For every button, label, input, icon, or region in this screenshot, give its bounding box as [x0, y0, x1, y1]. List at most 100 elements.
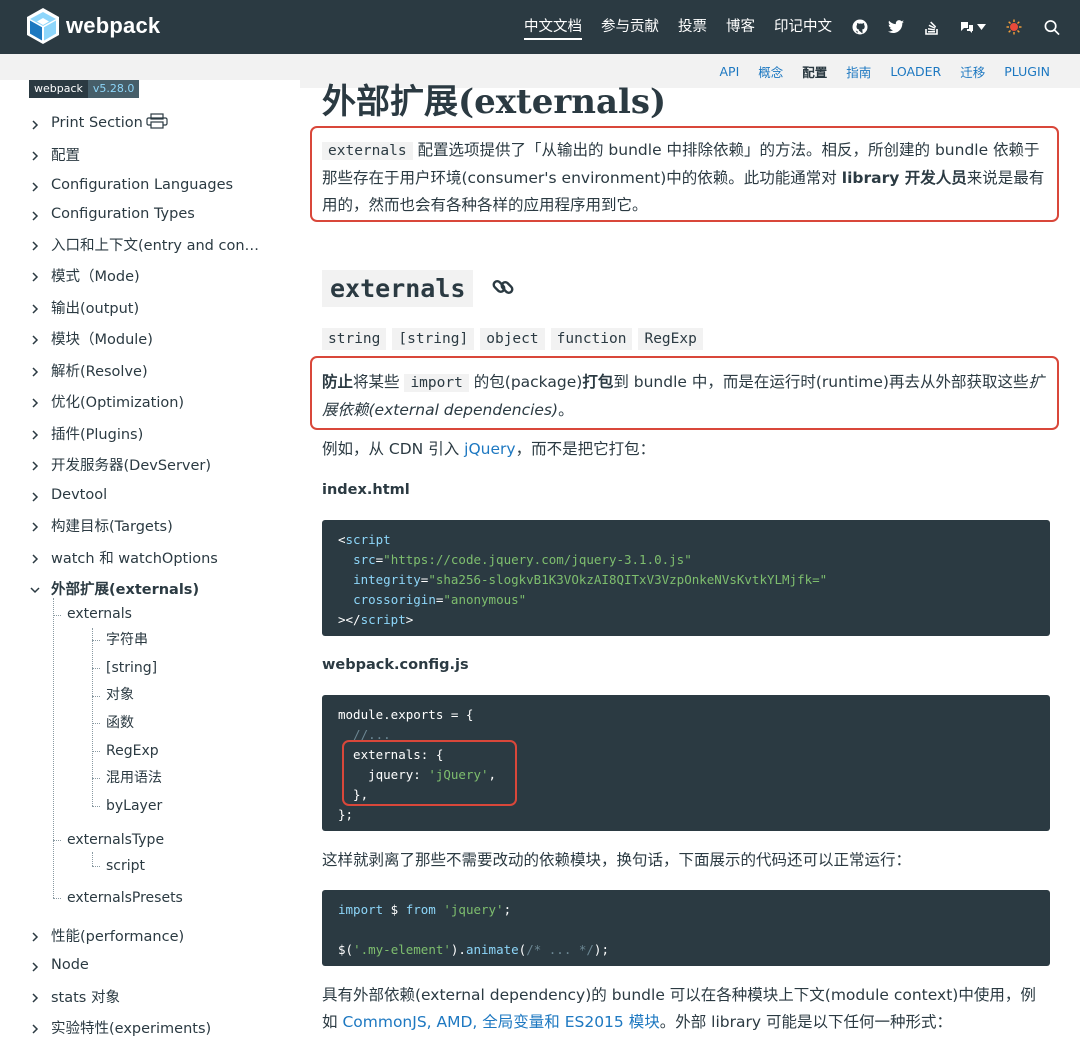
webpack-doc-icon[interactable]: [1006, 19, 1022, 35]
jquery-link[interactable]: jQuery: [464, 440, 515, 458]
sidebar-item-mode[interactable]: 模式（Mode): [30, 264, 140, 286]
tree-line: [92, 628, 93, 806]
sidebar-item-externals[interactable]: 外部扩展(externals): [30, 577, 199, 599]
sidebar-item-label: watch 和 watchOptions: [51, 550, 218, 567]
sidebar-item-label: 实验特性(experiments): [51, 1020, 212, 1037]
sidebar-item-devserver[interactable]: 开发服务器(DevServer): [30, 453, 211, 475]
sidebar-item-label: Devtool: [51, 487, 108, 503]
webpack-logo[interactable]: webpack: [26, 7, 160, 45]
subnav-api[interactable]: API: [719, 64, 739, 79]
final-paragraph: 具有外部依赖(external dependency)的 bundle 可以在各…: [322, 982, 1050, 1036]
subnav-loaders[interactable]: LOADER: [890, 64, 941, 79]
module-types-link[interactable]: CommonJS, AMD, 全局变量和 ES2015 模块: [342, 1013, 659, 1031]
sidebar-item-watch[interactable]: watch 和 watchOptions: [30, 546, 218, 568]
sidebar-item-node[interactable]: Node: [30, 954, 89, 976]
sidebar-sub-externals[interactable]: externals: [67, 604, 132, 624]
tree-branch: [53, 615, 61, 616]
sidebar-item-performance[interactable]: 性能(performance): [30, 924, 184, 946]
code-line: crossorigin="anonymous": [353, 592, 527, 607]
code-line: module.exports = {: [338, 707, 474, 722]
version-badge: webpack v5.28.0: [29, 80, 140, 98]
sidebar-sub-script[interactable]: script: [106, 856, 145, 876]
sidebar-item-label: 模块（Module): [51, 331, 153, 348]
sidebar-sub-regexp[interactable]: RegExp: [106, 741, 159, 761]
subnav-migrate[interactable]: 迁移: [960, 62, 985, 81]
tree-branch: [92, 723, 100, 724]
nav-vote[interactable]: 投票: [678, 0, 707, 54]
sidebar-sub-object[interactable]: 对象: [106, 685, 134, 705]
sidebar-sub-externalspresets[interactable]: externalsPresets: [67, 888, 183, 908]
sidebar-item-optimization[interactable]: 优化(Optimization): [30, 390, 184, 412]
code-line: };: [338, 807, 354, 822]
code-block-usage: import $ from 'jquery'; $('.my-element')…: [322, 890, 1050, 966]
sidebar-item-label: 外部扩展(externals): [51, 581, 200, 598]
subnav-plugins[interactable]: PLUGIN: [1004, 64, 1050, 79]
code-block-index-html: <script src="https://code.jquery.com/jqu…: [322, 520, 1050, 636]
sidebar-item-experiments[interactable]: 实验特性(experiments): [30, 1016, 211, 1038]
tree-branch: [92, 778, 100, 779]
sidebar-item-configuration-types[interactable]: Configuration Types: [30, 203, 195, 225]
inline-code: import: [404, 374, 469, 392]
prevent-text-4: 。: [558, 401, 574, 419]
sidebar-item-module[interactable]: 模块（Module): [30, 327, 153, 349]
sidebar-item-print-section[interactable]: Print Section: [30, 112, 168, 134]
prevent-paragraph: 防止将某些 import 的包(package)打包到 bundle 中，而是在…: [322, 369, 1050, 424]
tree-branch: [53, 840, 61, 841]
section-heading-code: externals: [322, 270, 474, 307]
sidebar-sub-combining-syntax[interactable]: 混用语法: [106, 768, 162, 788]
anchor-link-icon[interactable]: [491, 275, 515, 303]
sidebar-item-plugins[interactable]: 插件(Plugins): [30, 422, 143, 444]
stackoverflow-icon[interactable]: [924, 19, 940, 35]
example-paragraph: 例如，从 CDN 引入 jQuery，而不是把它打包：: [322, 436, 1050, 463]
type-tag: string: [322, 328, 387, 350]
twitter-icon[interactable]: [888, 19, 904, 35]
sidebar-item-stats[interactable]: stats 对象: [30, 985, 120, 1007]
sidebar-item-label: 性能(performance): [51, 928, 185, 945]
search-icon[interactable]: [1044, 19, 1060, 35]
sidebar-item-resolve[interactable]: 解析(Resolve): [30, 359, 148, 381]
nav-docs[interactable]: 中文文档: [524, 0, 582, 54]
prevent-text-2: 的包(package): [468, 373, 583, 391]
sidebar-item-label: 开发服务器(DevServer): [51, 457, 212, 474]
sidebar-item-label: 入口和上下文(entry and con…: [51, 237, 260, 254]
subnav-concepts[interactable]: 概念: [758, 62, 783, 81]
type-tags: string [string] object function RegExp: [322, 328, 709, 350]
tree-line: [53, 598, 54, 898]
sidebar-sub-function[interactable]: 函数: [106, 713, 134, 733]
sidebar-item-label: Print Section: [51, 115, 143, 131]
section-heading: externals: [322, 270, 515, 307]
chevron-right-icon: [30, 118, 40, 130]
sidebar-item-entry-context[interactable]: 入口和上下文(entry and con…: [30, 233, 259, 255]
sidebar-item-output[interactable]: 输出(output): [30, 296, 139, 318]
chevron-right-icon: [30, 270, 40, 282]
code-line: $('.my-element').animate(/* ... */);: [338, 942, 609, 957]
subnav-guides[interactable]: 指南: [846, 62, 871, 81]
chevron-right-icon: [30, 333, 40, 345]
nav-docschina[interactable]: 印记中文: [774, 0, 832, 54]
highlight-box: [342, 740, 517, 806]
subnav-configuration[interactable]: 配置: [802, 62, 827, 81]
print-icon[interactable]: [146, 113, 168, 133]
sidebar-sub-externalstype[interactable]: externalsType: [67, 830, 164, 850]
prevent-bold-2: 打包: [582, 373, 614, 391]
sidebar-item-targets[interactable]: 构建目标(Targets): [30, 514, 173, 536]
sidebar-sub-string[interactable]: 字符串: [106, 630, 148, 650]
nav-blog[interactable]: 博客: [726, 0, 755, 54]
tree-branch: [53, 898, 61, 899]
sidebar-item-label: Configuration Languages: [51, 177, 234, 193]
after-text: 这样就剥离了那些不需要改动的依赖模块，换句话，下面展示的代码还可以正常运行：: [322, 851, 912, 869]
sidebar-item-devtool[interactable]: Devtool: [30, 484, 107, 506]
sidebar-item-label: Node: [51, 957, 89, 973]
filename-webpack-config: webpack.config.js: [322, 657, 469, 673]
page-title: 外部扩展(externals): [322, 82, 667, 122]
type-tag: RegExp: [638, 328, 703, 350]
nav-contribute[interactable]: 参与贡献: [601, 0, 659, 54]
github-icon[interactable]: [852, 19, 868, 35]
language-selector[interactable]: [960, 20, 986, 34]
sidebar-sub-string-array[interactable]: [string]: [106, 658, 157, 678]
sidebar-item-configuration-languages[interactable]: Configuration Languages: [30, 174, 233, 196]
sidebar-item-configuration[interactable]: 配置: [30, 143, 80, 165]
prevent-text-3: 到 bundle 中，而是在运行时(runtime)再去从外部获取这些: [613, 373, 1029, 391]
sidebar-sub-bylayer[interactable]: byLayer: [106, 796, 162, 816]
